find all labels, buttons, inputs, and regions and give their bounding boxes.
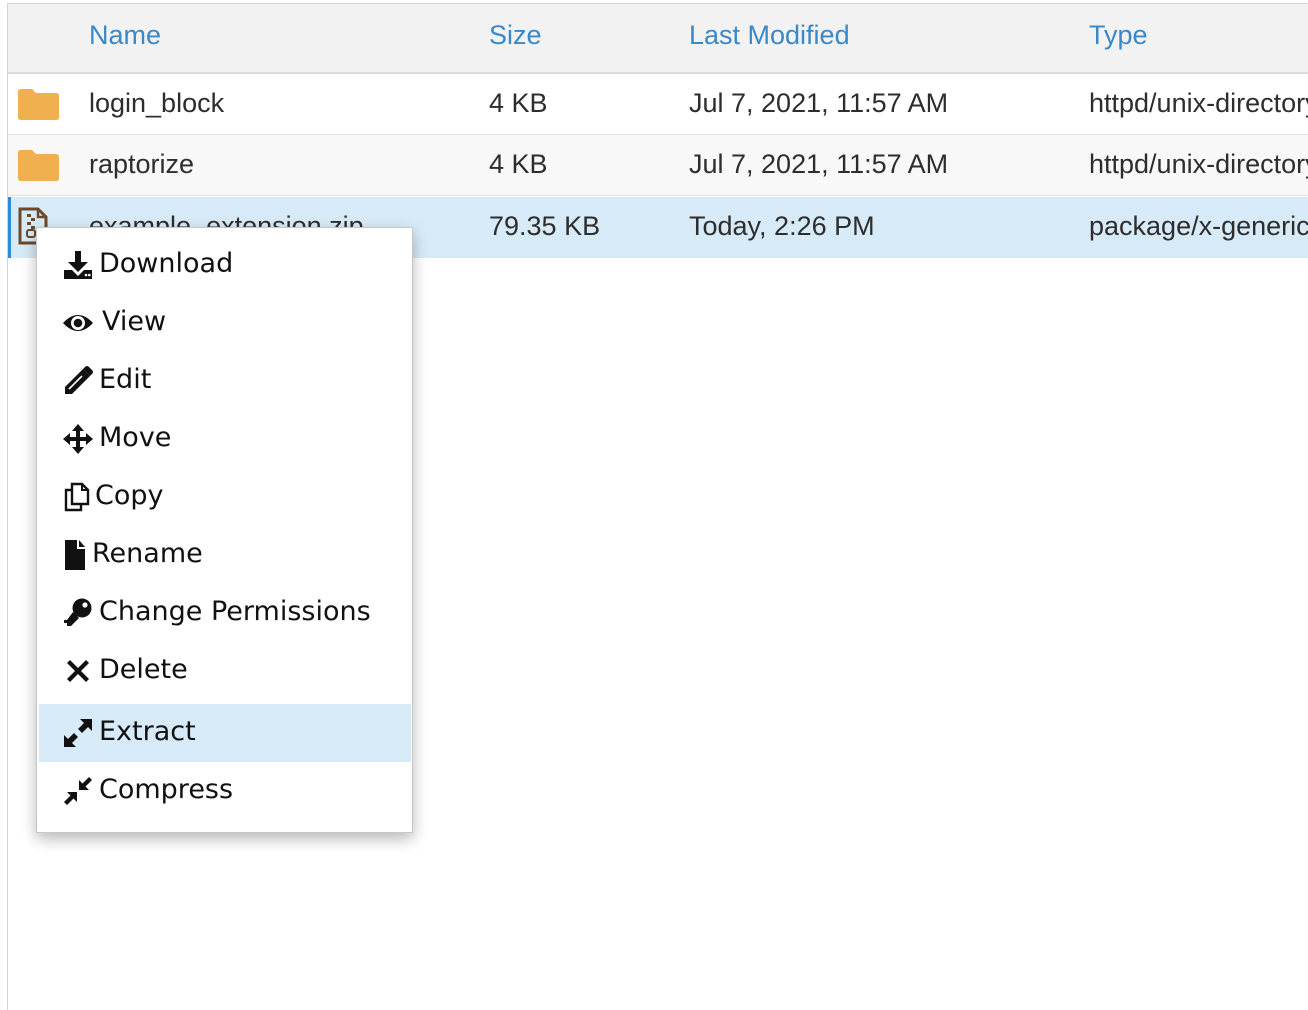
menu-item-label: Move [99, 422, 172, 453]
menu-item-rename[interactable]: Rename [39, 526, 411, 584]
file-name[interactable]: raptorize [89, 149, 194, 180]
menu-item-edit[interactable]: Edit [39, 352, 411, 410]
download-icon [64, 251, 92, 279]
menu-item-compress[interactable]: Compress [39, 762, 411, 820]
menu-item-label: Copy [95, 480, 164, 511]
x-icon [67, 660, 89, 682]
eye-icon [63, 315, 93, 331]
column-header-name[interactable]: Name [89, 20, 161, 51]
menu-item-label: Edit [99, 364, 152, 395]
menu-item-change-permissions[interactable]: Change Permissions [39, 584, 411, 642]
file-type: package/x-generic [1089, 211, 1308, 241]
key-icon [64, 598, 92, 626]
folder-icon [18, 89, 59, 120]
context-menu: Download View Edit Move Copy Rename Chan… [36, 227, 413, 833]
menu-item-label: Change Permissions [99, 596, 371, 627]
compress-icon [64, 777, 92, 805]
menu-item-label: Extract [99, 716, 196, 747]
pencil-icon [65, 366, 93, 394]
table-header: Name Size Last Modified Type [8, 4, 1308, 74]
menu-item-move[interactable]: Move [39, 410, 411, 468]
file-icon [65, 540, 85, 570]
menu-item-label: Rename [92, 538, 203, 569]
selection-indicator [8, 197, 11, 258]
file-name[interactable]: login_block [89, 88, 224, 119]
file-modified: Jul 7, 2021, 11:57 AM [689, 88, 949, 118]
menu-item-label: Delete [99, 654, 188, 685]
menu-item-copy[interactable]: Copy [39, 468, 411, 526]
file-size: 4 KB [489, 149, 548, 179]
file-type: httpd/unix-directory [1089, 88, 1308, 118]
menu-item-label: View [102, 306, 167, 337]
menu-item-label: Download [99, 248, 234, 279]
menu-item-view[interactable]: View [39, 294, 411, 352]
file-size: 4 KB [489, 88, 548, 118]
copy-icon [64, 482, 90, 512]
file-type: httpd/unix-directory [1089, 149, 1308, 179]
column-header-size[interactable]: Size [489, 20, 542, 51]
menu-item-label: Compress [99, 774, 234, 805]
file-modified: Jul 7, 2021, 11:57 AM [689, 149, 949, 179]
file-modified: Today, 2:26 PM [689, 211, 875, 241]
menu-item-download[interactable]: Download [39, 236, 411, 294]
move-arrows-icon [63, 424, 93, 454]
table-row[interactable]: raptorize 4 KB Jul 7, 2021, 11:57 AM htt… [8, 135, 1308, 196]
column-header-type[interactable]: Type [1089, 20, 1148, 51]
folder-icon [18, 150, 59, 181]
table-row[interactable]: login_block 4 KB Jul 7, 2021, 11:57 AM h… [8, 74, 1308, 135]
menu-item-extract[interactable]: Extract [39, 704, 411, 762]
expand-icon [64, 719, 92, 747]
file-size: 79.35 KB [489, 211, 601, 241]
menu-item-delete[interactable]: Delete [39, 642, 411, 700]
column-header-last-modified[interactable]: Last Modified [689, 20, 850, 51]
